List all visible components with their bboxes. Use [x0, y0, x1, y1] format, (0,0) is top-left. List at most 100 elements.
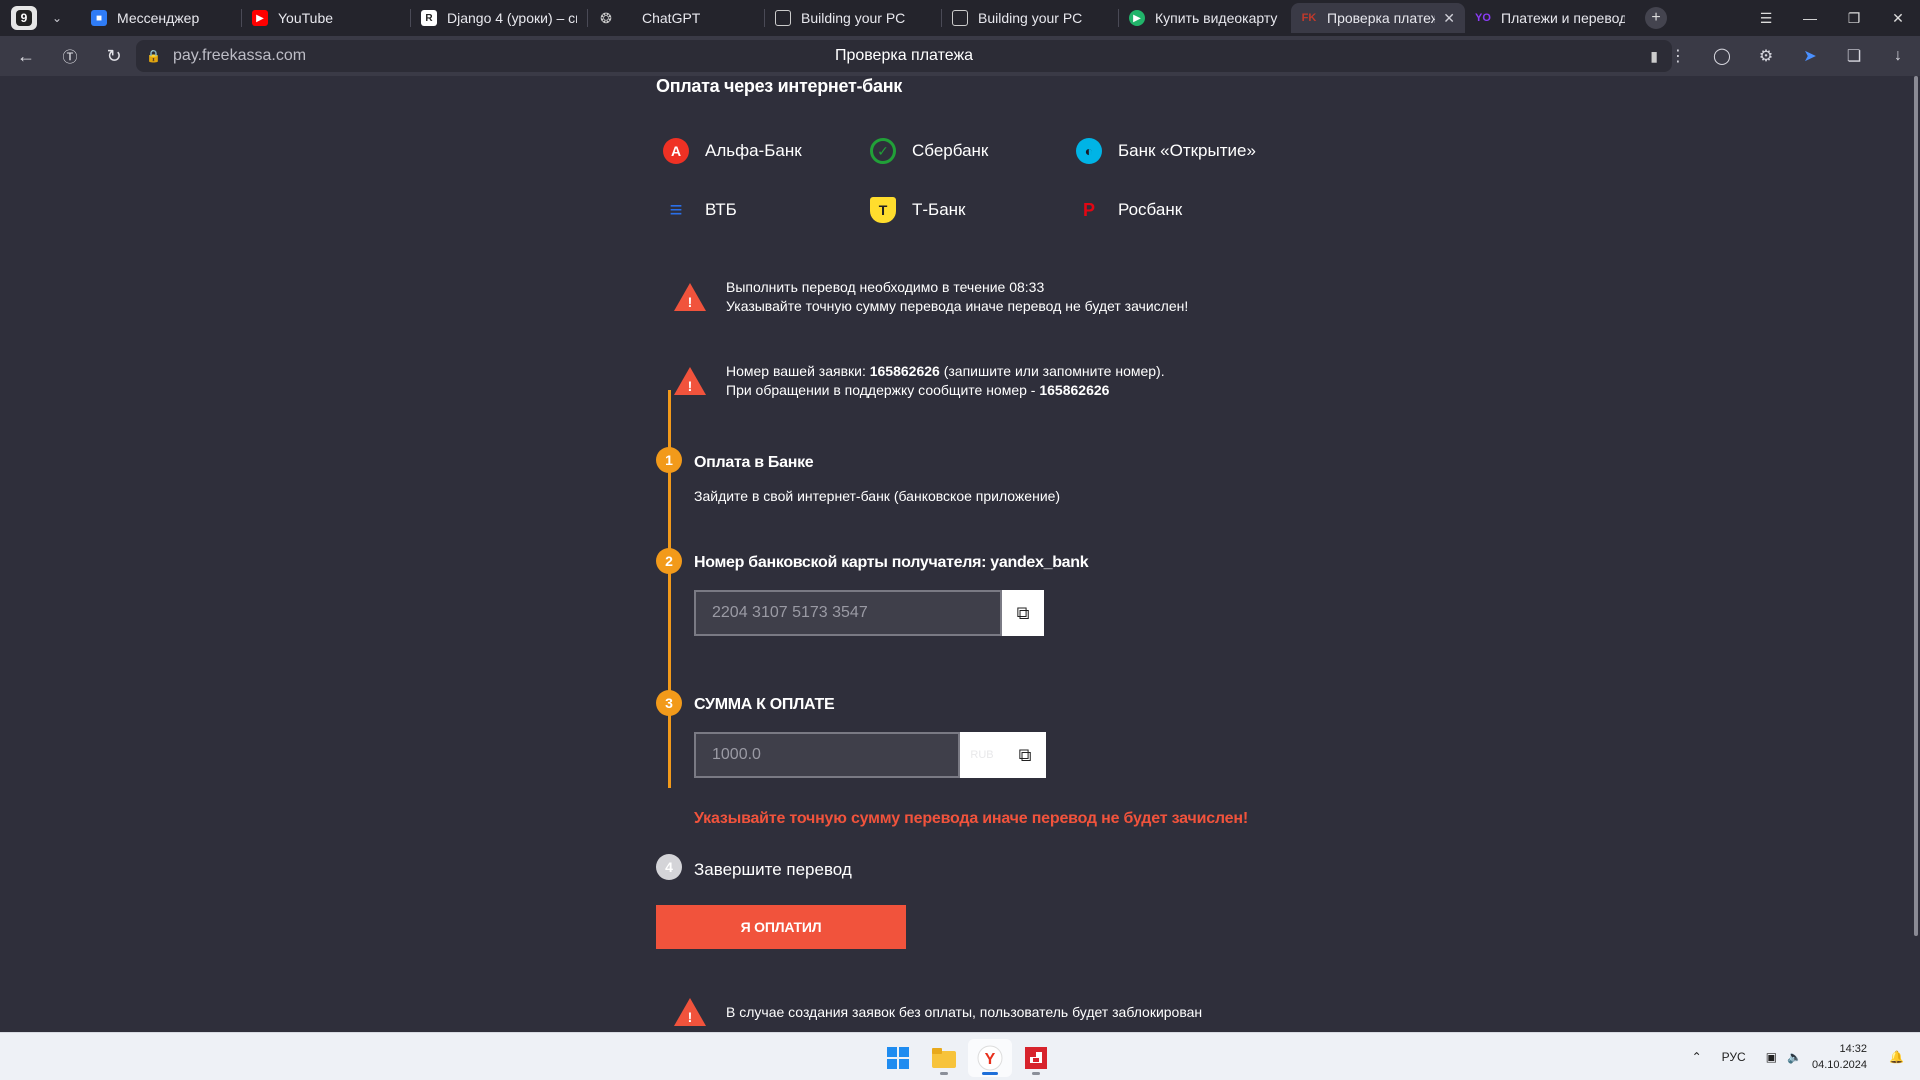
tab-messenger[interactable]: ■ Мессенджер	[81, 3, 241, 33]
sberbank-icon: ✓	[870, 138, 896, 164]
tab-building-pc-2[interactable]: Building your PC	[942, 3, 1118, 33]
yandex-icon[interactable]: Ⓣ	[52, 38, 88, 74]
back-arrow-icon[interactable]: ←	[8, 38, 44, 74]
windows-start-icon[interactable]	[876, 1039, 920, 1077]
freekassa-icon: FK	[1301, 12, 1317, 24]
document-icon	[952, 10, 968, 26]
step-title-card: Номер банковской карты получателя: yande…	[694, 554, 1089, 571]
navigation-bar: ← Ⓣ ↻ 🔒 pay.freekassa.com Проверка плате…	[0, 36, 1920, 76]
tab-count: 9	[16, 10, 32, 26]
cursor-extension-icon[interactable]: ➤	[1788, 46, 1832, 66]
bank-alfa[interactable]: А Альфа-Банк	[663, 138, 802, 164]
bank-name: ВТБ	[705, 200, 737, 219]
svg-text:!: !	[688, 294, 693, 310]
tab-youtube[interactable]: ▶ YouTube	[242, 3, 410, 33]
amd-software-icon[interactable]	[1014, 1039, 1058, 1077]
currency-label: RUB	[960, 732, 1004, 778]
toolbar-icons: ⋮ ◯ ⚙ ➤ ❏ ↓	[1656, 36, 1920, 76]
notice-line: Номер вашей заявки: 165862626 (запишите …	[726, 362, 1165, 381]
copy-amount-button[interactable]: ⧉	[1004, 732, 1046, 778]
tab-label: Мессенджер	[117, 10, 200, 26]
svg-text:!: !	[688, 1009, 693, 1025]
step-title-finish: Завершите перевод	[694, 860, 852, 879]
notice-line: Указывайте точную сумму перевода иначе п…	[726, 298, 1189, 314]
notice-line: При обращении в поддержку сообщите номер…	[726, 381, 1165, 400]
bank-tbank[interactable]: T Т-Банк	[870, 197, 965, 223]
warning-icon: !	[672, 365, 708, 397]
window-controls: ☰ — ❐ ✕	[1744, 0, 1920, 36]
address-bar[interactable]: 🔒 pay.freekassa.com Проверка платежа ▮	[136, 40, 1672, 72]
step-description: Зайдите в свой интернет-банк (банковское…	[694, 488, 1061, 504]
notice-line: В случае создания заявок без оплаты, пол…	[726, 1003, 1203, 1020]
youtube-icon: ▶	[252, 10, 268, 26]
step-number-4: 4	[656, 854, 682, 880]
tab-bar: 9 ⌄ ■ Мессенджер ▶ YouTube R Django 4 (у…	[0, 0, 1920, 36]
scrollbar-thumb[interactable]	[1914, 76, 1918, 936]
reload-icon[interactable]: ↻	[96, 38, 132, 74]
amount-field[interactable]: 1000.0	[694, 732, 960, 778]
chevron-up-icon[interactable]: ⌃	[1692, 1050, 1702, 1064]
clock-date: 04.10.2024	[1811, 1059, 1868, 1071]
i-paid-button[interactable]: Я ОПЛАТИЛ	[656, 905, 906, 949]
tab-label: Платежи и переводы	[1501, 10, 1625, 26]
more-icon[interactable]: ⋮	[1656, 46, 1700, 66]
running-indicator	[982, 1072, 998, 1075]
copy-card-button[interactable]: ⧉	[1002, 590, 1044, 636]
tab-label: Django 4 (уроки) – см	[447, 10, 577, 26]
payment-page: Оплата через интернет-банк А Альфа-Банк …	[0, 76, 1920, 1032]
svg-text:Y: Y	[985, 1051, 996, 1068]
tab-label: Купить видеокарту -	[1155, 10, 1281, 26]
tab-label: Building your PC	[978, 10, 1083, 26]
notice-text: Номер вашей заявки:	[726, 363, 870, 379]
collections-icon[interactable]: ❏	[1832, 46, 1876, 66]
volume-icon[interactable]: 🔈	[1787, 1050, 1802, 1064]
chevron-down-icon[interactable]: ⌄	[43, 6, 71, 30]
rosbank-icon: Р	[1082, 199, 1095, 220]
card-number-field[interactable]: 2204 3107 5173 3547	[694, 590, 1002, 636]
bank-otkritie[interactable]: ◐ Банк «Открытие»	[1076, 138, 1256, 164]
tab-chatgpt[interactable]: ❂ ChatGPT	[588, 3, 764, 33]
tab-label: ChatGPT	[642, 10, 701, 26]
lightbulb-icon[interactable]: ◯	[1700, 46, 1744, 66]
copy-icon: ⧉	[1018, 744, 1032, 765]
notification-bell-icon[interactable]: 🔔	[1889, 1050, 1904, 1064]
tab-payment-check[interactable]: FK Проверка платежа ✕	[1291, 3, 1465, 33]
bank-rosbank[interactable]: Р Росбанк	[1076, 197, 1182, 223]
alfa-bank-icon: А	[663, 138, 689, 164]
bank-name: Росбанк	[1118, 200, 1183, 219]
translate-icon[interactable]: ⚙	[1744, 46, 1788, 66]
yandex-browser-icon[interactable]: Y	[968, 1039, 1012, 1077]
clock[interactable]: 14:32 04.10.2024	[1812, 1041, 1867, 1073]
running-indicator	[1032, 1072, 1040, 1075]
clock-time: 14:32	[1839, 1043, 1868, 1055]
vtb-icon: ≡	[669, 197, 683, 222]
tab-videocard[interactable]: ▶ Купить видеокарту -	[1119, 3, 1291, 33]
file-explorer-icon[interactable]	[922, 1039, 966, 1077]
tab-count-button[interactable]: 9	[11, 6, 37, 30]
minimize-icon[interactable]: —	[1788, 10, 1832, 26]
language-indicator[interactable]: РУС	[1722, 1050, 1746, 1064]
warning-icon: !	[672, 996, 708, 1028]
shop-icon: ▶	[1129, 10, 1145, 26]
amount-warning: Указывайте точную сумму перевода иначе п…	[694, 810, 1248, 827]
menu-icon[interactable]: ☰	[1744, 10, 1788, 27]
django-icon: R	[421, 10, 437, 26]
svg-text:!: !	[688, 378, 693, 394]
new-tab-button[interactable]: +	[1645, 7, 1667, 29]
download-icon[interactable]: ↓	[1876, 47, 1920, 65]
internet-bank-heading: Оплата через интернет-банк	[656, 76, 902, 96]
notice-order-number: ! Номер вашей заявки: 165862626 (запишит…	[672, 362, 1165, 400]
close-window-icon[interactable]: ✕	[1876, 10, 1920, 27]
tab-label: YouTube	[278, 10, 334, 26]
warning-icon: !	[672, 281, 708, 313]
scrollbar[interactable]	[1910, 76, 1920, 1032]
bank-sber[interactable]: ✓ Сбербанк	[870, 138, 988, 164]
close-icon[interactable]: ✕	[1443, 10, 1455, 27]
tab-django[interactable]: R Django 4 (уроки) – см	[411, 3, 587, 33]
tab-payments[interactable]: YO Платежи и переводы	[1465, 3, 1635, 33]
notice-block-warning: ! В случае создания заявок без оплаты, п…	[672, 996, 1202, 1028]
bank-vtb[interactable]: ≡ ВТБ	[663, 197, 737, 223]
restore-icon[interactable]: ❐	[1832, 10, 1876, 27]
tab-building-pc-1[interactable]: Building your PC	[765, 3, 941, 33]
network-icon[interactable]: ▣	[1766, 1050, 1777, 1064]
